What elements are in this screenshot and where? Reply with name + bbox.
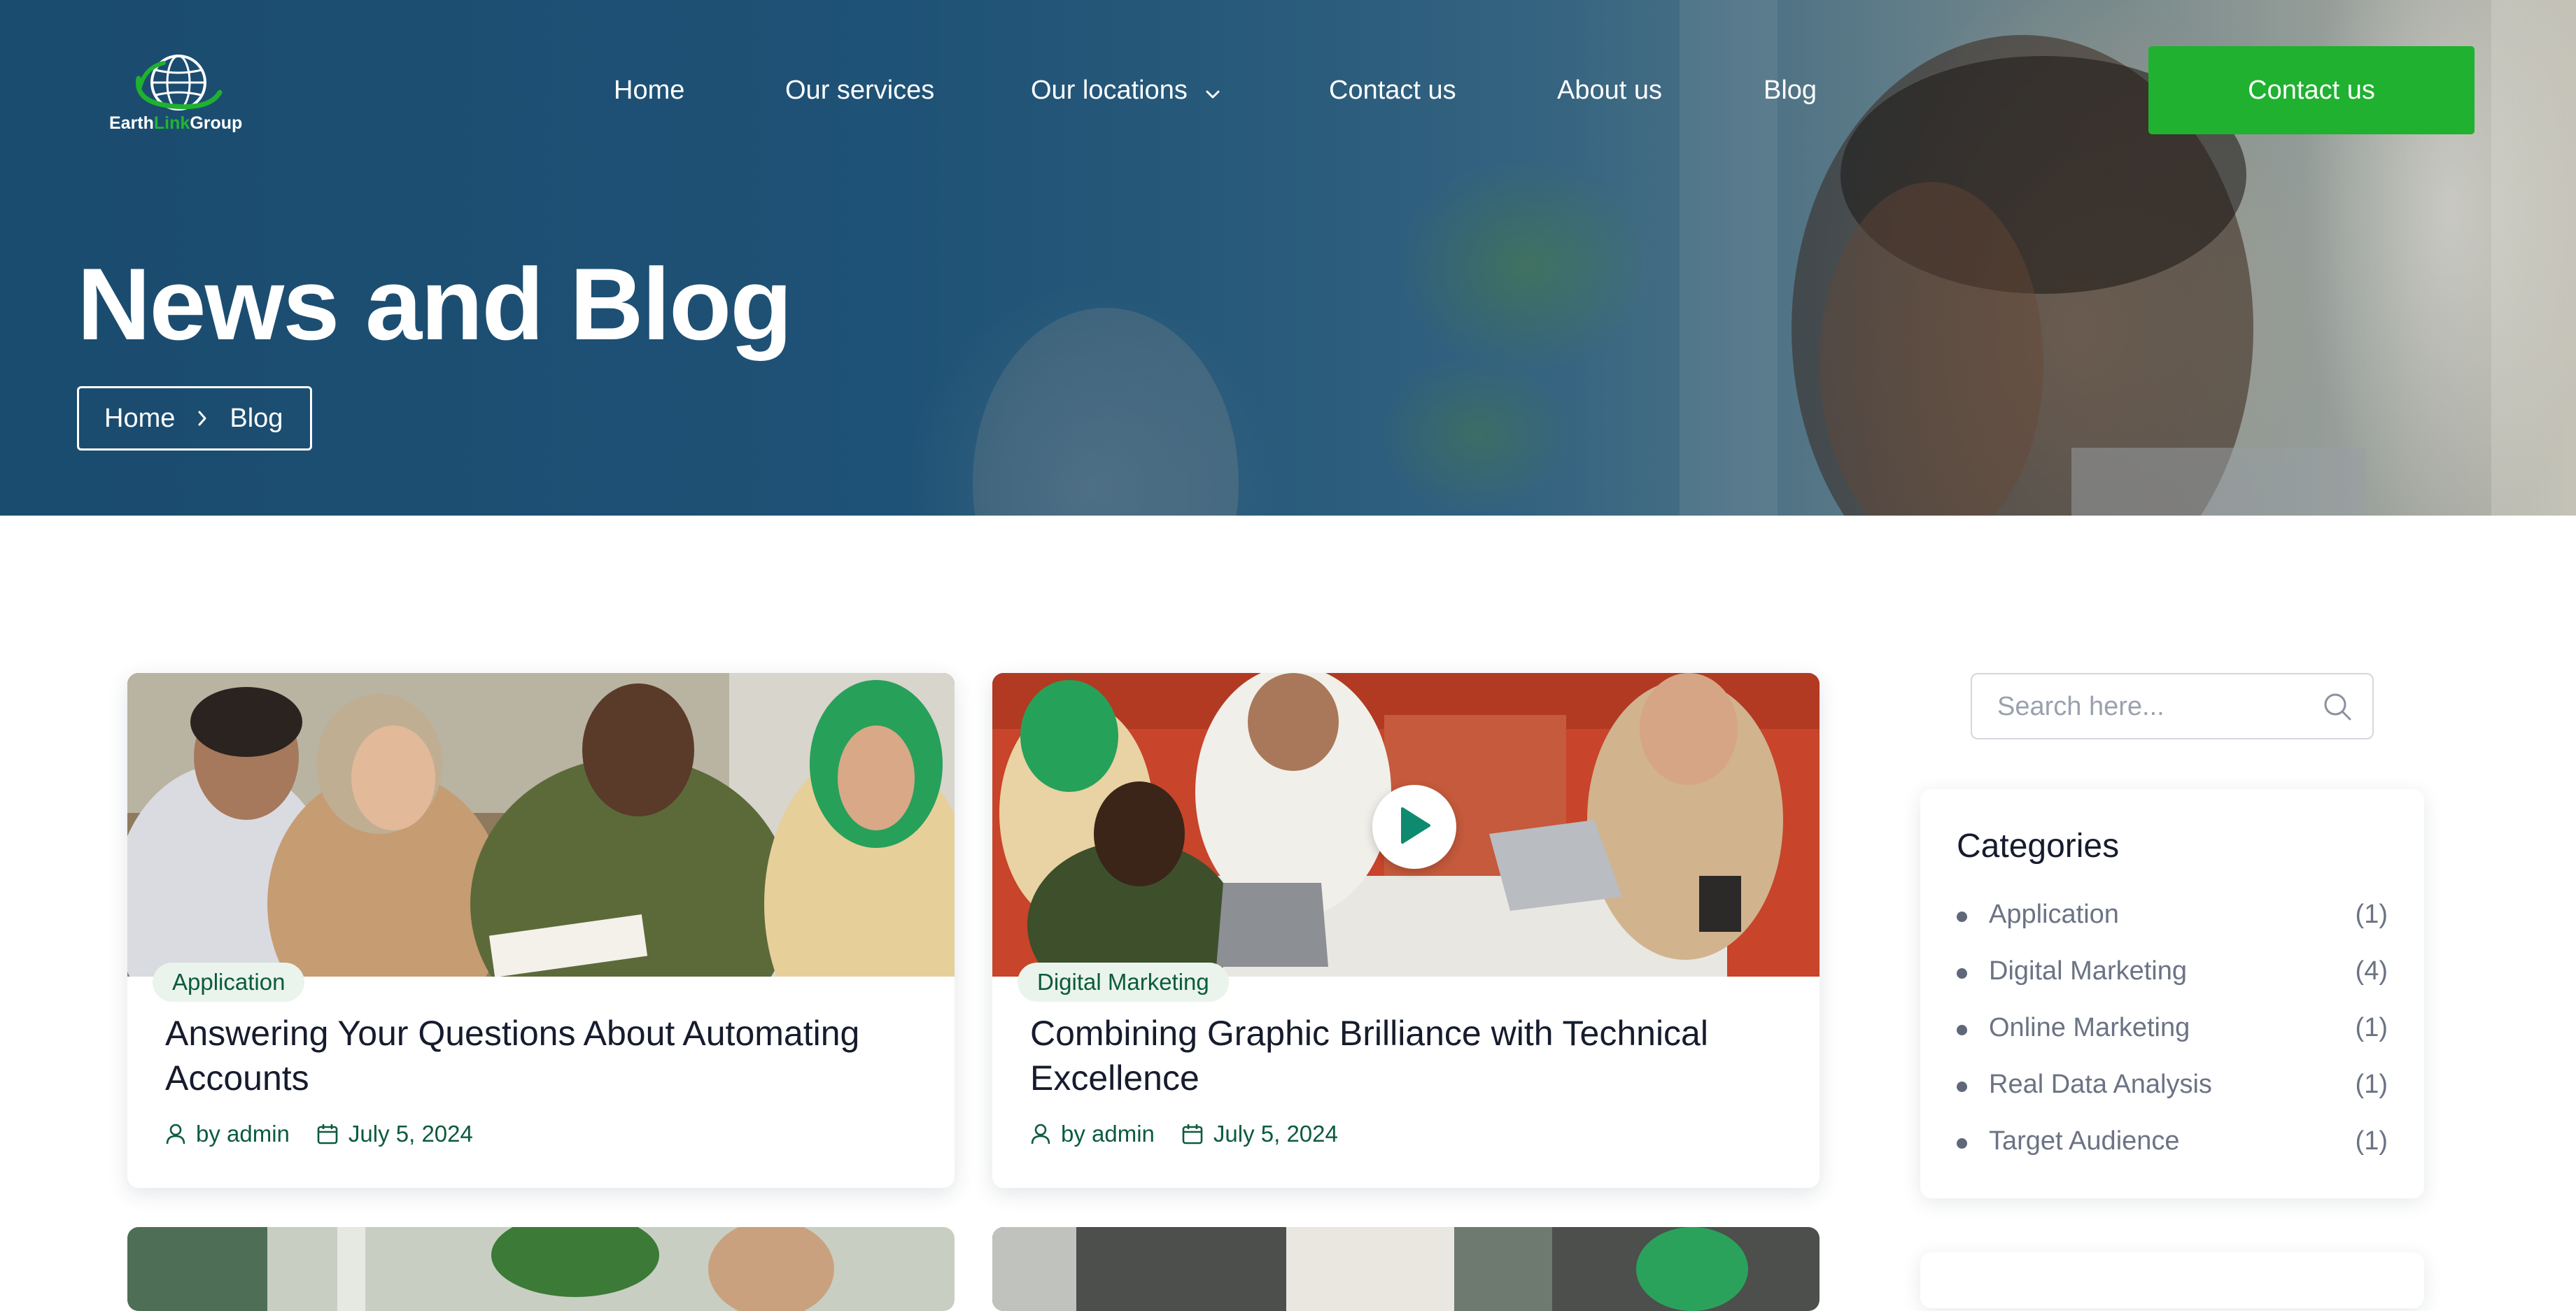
breadcrumb-home-link[interactable]: Home — [104, 404, 175, 434]
page-title: News and Blog — [77, 247, 792, 361]
post-meta: by admin July 5, 2024 — [165, 1121, 473, 1147]
blog-card-image[interactable] — [127, 1227, 955, 1311]
nav-our-locations-label: Our locations — [1031, 76, 1188, 105]
category-badge[interactable]: Digital Marketing — [1018, 963, 1229, 1002]
contact-us-button[interactable]: Contact us — [2148, 46, 2475, 134]
categories-widget: Categories Application (1) Digital Marke… — [1920, 789, 2424, 1198]
chevron-down-icon — [1204, 74, 1221, 109]
calendar-icon — [316, 1123, 339, 1145]
breadcrumb-current: Blog — [230, 403, 283, 433]
post-title[interactable]: Combining Graphic Brilliance with Techni… — [1030, 1011, 1772, 1100]
chevron-right-icon — [196, 409, 209, 427]
bullet-icon — [1957, 968, 1967, 979]
category-count: (1) — [2355, 1070, 2388, 1099]
category-name: Digital Marketing — [1989, 956, 2187, 986]
user-icon — [165, 1123, 186, 1145]
nav-blog[interactable]: Blog — [1764, 73, 1817, 108]
category-badge[interactable]: Application — [153, 963, 305, 1002]
globe-logo-icon — [135, 55, 223, 111]
blog-card-image[interactable] — [992, 673, 1820, 977]
post-meta: by admin July 5, 2024 — [1030, 1121, 1338, 1147]
category-item-digital-marketing[interactable]: Digital Marketing (4) — [1957, 954, 2388, 993]
post-author[interactable]: by admin — [1061, 1121, 1155, 1147]
category-item-target-audience[interactable]: Target Audience (1) — [1957, 1124, 2388, 1163]
post-date[interactable]: July 5, 2024 — [1213, 1121, 1338, 1147]
play-icon — [1397, 806, 1432, 848]
category-count: (1) — [2355, 1013, 2388, 1042]
bullet-icon — [1957, 1025, 1967, 1035]
blog-card-image[interactable] — [992, 1227, 1820, 1311]
bullet-icon — [1957, 1082, 1967, 1092]
category-item-real-data-analysis[interactable]: Real Data Analysis (1) — [1957, 1067, 2388, 1106]
category-count: (1) — [2355, 1126, 2388, 1156]
category-count: (4) — [2355, 956, 2388, 986]
nav-our-services[interactable]: Our services — [785, 73, 934, 108]
category-name: Online Marketing — [1989, 1013, 2190, 1042]
category-name: Target Audience — [1989, 1126, 2180, 1156]
nav-our-locations[interactable]: Our locations — [1031, 73, 1221, 109]
blog-card[interactable]: Digital Marketing Combining Graphic Bril… — [992, 673, 1820, 1188]
nav-home[interactable]: Home — [614, 73, 684, 108]
category-count: (1) — [2355, 900, 2388, 929]
blog-card-image[interactable] — [127, 673, 955, 977]
bullet-icon — [1957, 1138, 1967, 1149]
categories-title: Categories — [1957, 828, 2120, 865]
search-box — [1971, 673, 2374, 739]
breadcrumb: Home Blog — [77, 386, 312, 451]
category-item-application[interactable]: Application (1) — [1957, 897, 2388, 936]
blog-card[interactable]: Application Answering Your Questions Abo… — [127, 673, 955, 1188]
user-icon — [1030, 1123, 1051, 1145]
hero-banner: EarthLinkGroup Home Our services Our loc… — [0, 0, 2576, 516]
category-item-online-marketing[interactable]: Online Marketing (1) — [1957, 1010, 2388, 1049]
brand-logo[interactable]: EarthLinkGroup — [105, 50, 252, 141]
sidebar-widget — [1920, 1252, 2424, 1308]
bullet-icon — [1957, 912, 1967, 922]
search-input[interactable] — [1996, 674, 2321, 739]
nav-contact-us[interactable]: Contact us — [1329, 73, 1456, 108]
post-title[interactable]: Answering Your Questions About Automatin… — [165, 1011, 907, 1100]
search-icon[interactable] — [2322, 691, 2353, 725]
nav-about-us[interactable]: About us — [1557, 73, 1662, 108]
logo-wordmark: EarthLinkGroup — [109, 113, 243, 133]
calendar-icon — [1181, 1123, 1204, 1145]
post-date[interactable]: July 5, 2024 — [349, 1121, 473, 1147]
post-author[interactable]: by admin — [196, 1121, 290, 1147]
category-name: Real Data Analysis — [1989, 1070, 2212, 1099]
play-video-button[interactable] — [1372, 785, 1456, 869]
category-name: Application — [1989, 900, 2119, 929]
